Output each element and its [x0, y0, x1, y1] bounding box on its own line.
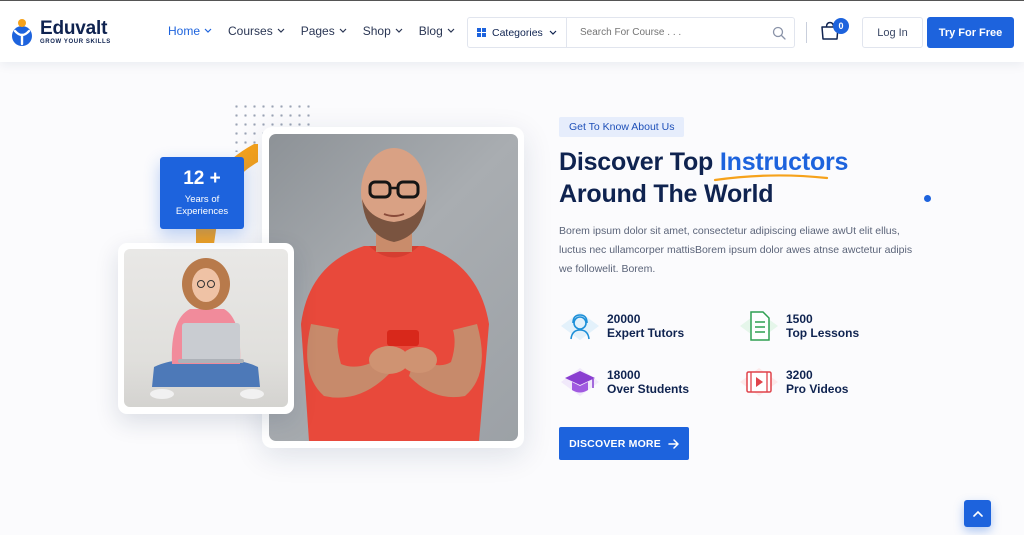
page: Eduvalt GROW YOUR SKILLS Home Courses Pa… — [0, 0, 1024, 535]
logo-name: Eduvalt — [40, 18, 108, 39]
nav-item-shop[interactable]: Shop — [363, 24, 403, 38]
nav-item-label: Courses — [228, 24, 273, 38]
login-button[interactable]: Log In — [862, 17, 923, 48]
stat-number: 18000 — [607, 368, 641, 382]
stat-pro-videos: 3200 Pro Videos — [738, 364, 848, 400]
video-film-icon — [740, 368, 778, 396]
tutor-headset-icon — [561, 312, 599, 340]
stat-label: Pro Videos — [786, 382, 849, 396]
experience-years: 12 + — [183, 168, 221, 189]
student-illustration — [150, 258, 264, 399]
nav-item-courses[interactable]: Courses — [228, 24, 285, 38]
stat-expert-tutors: 20000 Expert Tutors — [559, 308, 684, 344]
main-nav: Home Courses Pages Shop Blog — [168, 24, 471, 38]
nav-item-pages[interactable]: Pages — [301, 24, 347, 38]
stat-label: Top Lessons — [786, 326, 860, 340]
decorative-dot — [924, 195, 931, 202]
document-icon — [740, 311, 778, 341]
logo-tagline: GROW YOUR SKILLS — [40, 39, 111, 45]
chevron-down-icon — [204, 28, 212, 33]
nav-item-home[interactable]: Home — [168, 24, 212, 38]
nav-item-blog[interactable]: Blog — [419, 24, 455, 38]
categories-dropdown[interactable]: Categories — [467, 17, 567, 48]
chevron-down-icon — [395, 28, 403, 33]
nav-item-label: Shop — [362, 24, 391, 38]
header-divider — [806, 22, 807, 43]
section-tag: Get To Know About Us — [559, 117, 685, 137]
grid-icon — [477, 28, 486, 37]
scroll-to-top-button[interactable] — [964, 500, 991, 527]
stat-number: 3200 — [786, 368, 813, 382]
search-icon[interactable] — [772, 26, 786, 40]
stat-label: Expert Tutors — [607, 326, 685, 340]
stat-label: Over Students — [607, 382, 690, 396]
graduation-cap-icon — [561, 368, 599, 396]
stat-over-students: 18000 Over Students — [559, 364, 689, 400]
categories-label: Categories — [492, 26, 543, 39]
logo-icon — [12, 19, 32, 46]
search-input[interactable] — [580, 27, 760, 38]
hero-title-part1: Discover Top — [559, 148, 720, 176]
discover-more-label: DISCOVER MORE — [569, 437, 661, 450]
chevron-down-icon — [447, 28, 455, 33]
stat-number: 20000 — [607, 312, 641, 326]
chevron-down-icon — [277, 28, 285, 33]
experience-text-line2: Experiences — [175, 205, 229, 217]
try-for-free-button[interactable]: Try For Free — [927, 17, 1014, 48]
nav-item-label: Home — [168, 24, 201, 38]
experience-badge: 12 + Years of Experiences — [160, 157, 244, 229]
logo[interactable]: Eduvalt GROW YOUR SKILLS — [9, 17, 111, 47]
cart-count-badge: 0 — [833, 18, 849, 34]
stat-number: 1500 — [786, 312, 813, 326]
discover-more-button[interactable]: DISCOVER MORE — [559, 427, 689, 460]
instructor-photo — [269, 134, 518, 441]
nav-item-label: Blog — [418, 24, 443, 38]
arrow-right-icon — [668, 438, 679, 449]
nav-item-label: Pages — [300, 24, 335, 38]
instructor-illustration — [301, 148, 489, 441]
chevron-down-icon — [549, 30, 557, 35]
search-box — [567, 17, 795, 48]
title-underline-decoration — [713, 174, 829, 182]
chevron-up-icon — [972, 510, 983, 517]
experience-text-line1: Years of — [184, 194, 220, 205]
hero-description: Borem ipsum dolor sit amet, consectetur … — [559, 225, 913, 275]
stat-top-lessons: 1500 Top Lessons — [738, 308, 859, 344]
student-photo — [124, 249, 288, 407]
site-header: Eduvalt GROW YOUR SKILLS Home Courses Pa… — [0, 0, 1024, 62]
chevron-down-icon — [339, 28, 347, 33]
